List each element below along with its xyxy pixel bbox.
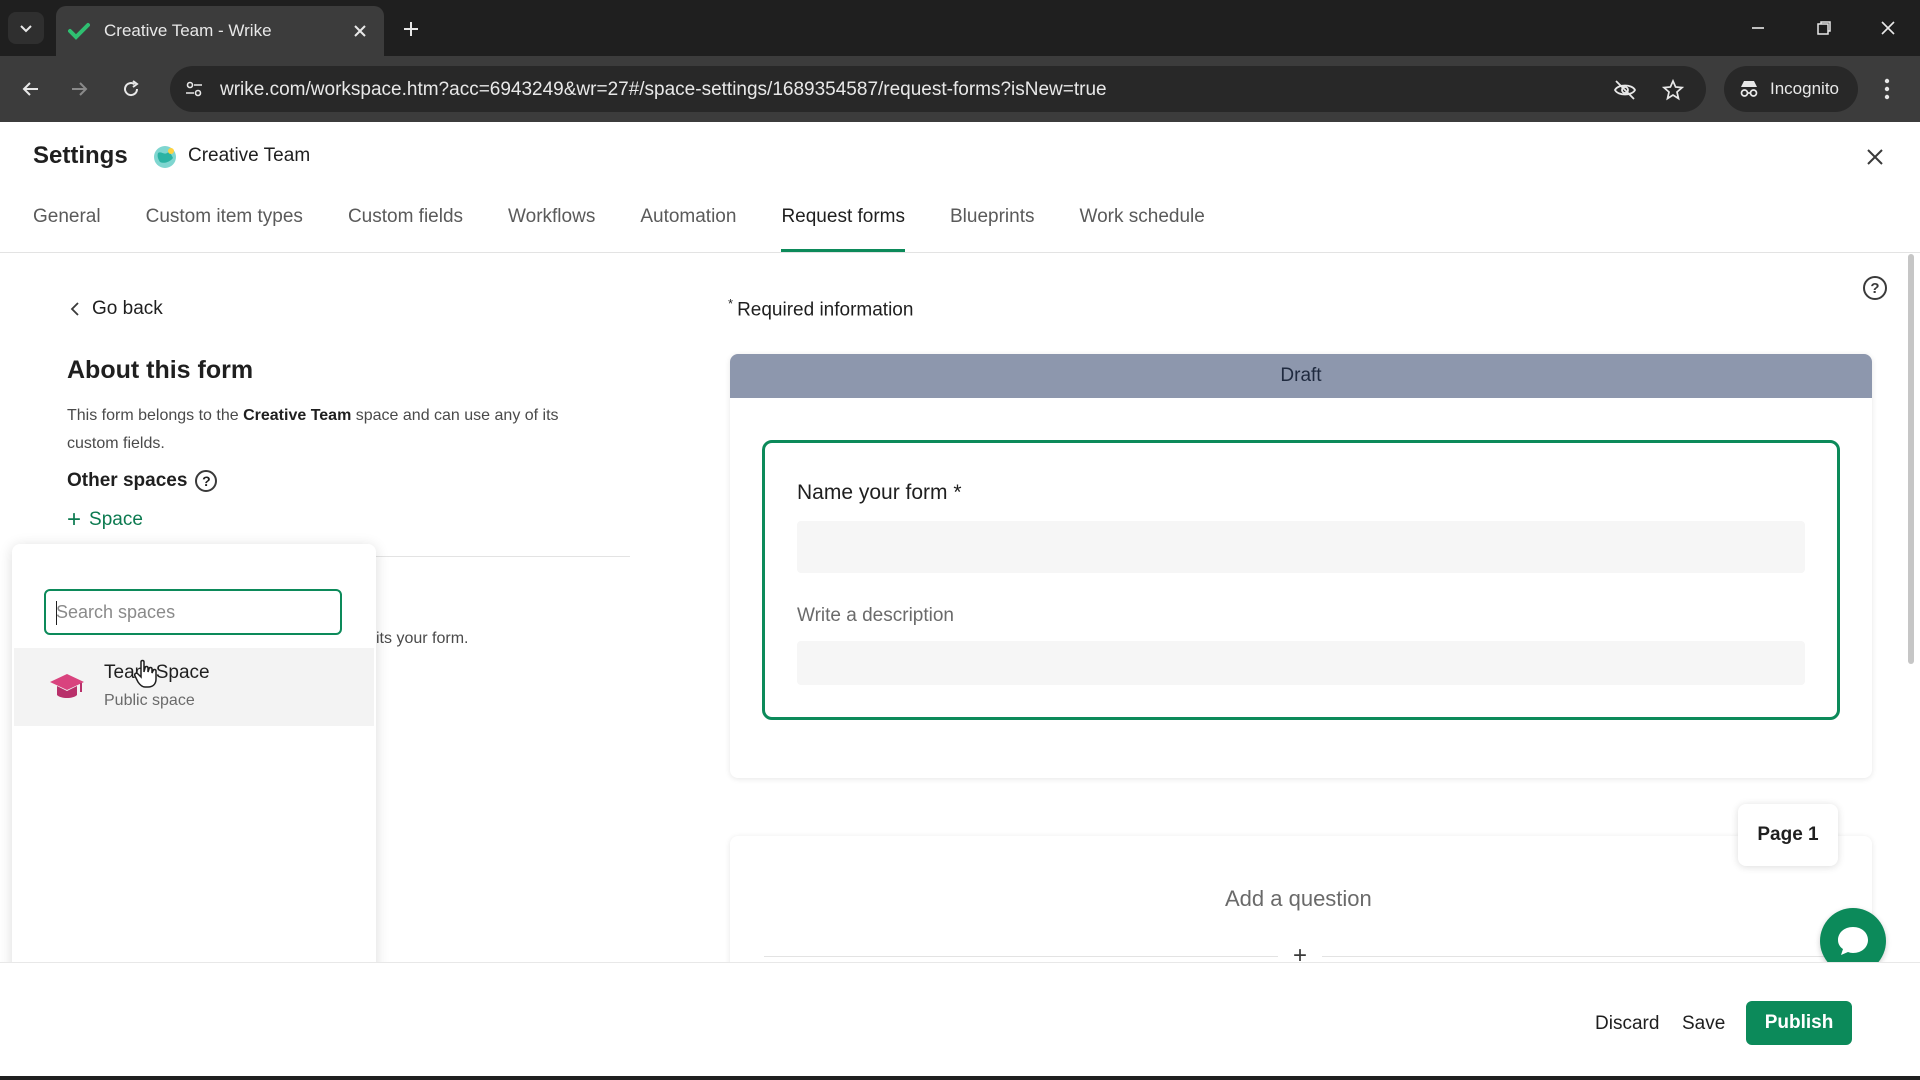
back-icon (22, 82, 38, 96)
browser-tab-bar: Creative Team - Wrike (0, 0, 1920, 56)
go-back-link[interactable]: Go back (70, 298, 163, 320)
kebab-icon (1884, 78, 1890, 100)
add-space-button[interactable]: + Space (67, 506, 143, 534)
tracking-protection-button[interactable] (1610, 75, 1640, 105)
tab-general[interactable]: General (33, 206, 101, 252)
space-picker-dropdown: Team Space Public space (12, 544, 376, 1020)
graduation-cap-icon (50, 674, 84, 698)
page-title: Settings (33, 142, 128, 169)
close-tab-button[interactable] (348, 19, 372, 43)
star-icon (1662, 79, 1684, 101)
form-header-card: Draft Name your form * Write a descripti… (730, 354, 1872, 778)
incognito-label: Incognito (1770, 79, 1839, 98)
form-name-section: Name your form * Write a description (762, 440, 1840, 720)
hand-cursor-icon (134, 659, 157, 688)
tab-custom-item-types[interactable]: Custom item types (146, 206, 303, 252)
url-text: wrike.com/workspace.htm?acc=6943249&wr=2… (220, 79, 1107, 100)
minimize-button[interactable] (1740, 12, 1776, 44)
browser-tab[interactable]: Creative Team - Wrike (56, 6, 384, 56)
add-space-label: Space (89, 509, 143, 530)
form-description-label: Write a description (797, 605, 954, 626)
obscured-text: its your form. (376, 630, 469, 647)
close-window-button[interactable] (1870, 12, 1906, 44)
desc-prefix: This form belongs to the (67, 407, 239, 424)
site-info-icon (186, 81, 202, 97)
eye-off-icon (1613, 80, 1637, 100)
save-button[interactable]: Save (1682, 1013, 1725, 1035)
other-spaces-label: Other spaces (67, 470, 188, 491)
new-tab-button[interactable] (396, 14, 426, 44)
settings-tabs: General Custom item types Custom fields … (33, 206, 1250, 252)
help-icon[interactable]: ? (1863, 276, 1887, 300)
reload-icon (124, 80, 139, 97)
page-scrollbar[interactable] (1908, 254, 1916, 794)
help-icon[interactable]: ? (195, 470, 218, 492)
window-bottom-edge (0, 1076, 1920, 1080)
chevron-left-icon (70, 302, 79, 316)
space-name: Creative Team (188, 145, 311, 166)
other-spaces-heading: Other spaces ? (67, 470, 218, 492)
page-badge[interactable]: Page 1 (1738, 804, 1838, 866)
tab-title: Creative Team - Wrike (104, 21, 272, 40)
incognito-icon (1740, 81, 1758, 97)
minimize-icon (1752, 27, 1764, 29)
chevron-down-icon (20, 25, 32, 33)
required-info-note: * Required information (728, 296, 913, 321)
tab-work-schedule[interactable]: Work schedule (1080, 206, 1205, 252)
add-question-label[interactable]: Add a question (1225, 886, 1372, 912)
restore-button[interactable] (1806, 12, 1842, 44)
go-back-label: Go back (92, 298, 163, 319)
close-icon (1881, 21, 1895, 35)
space-option-team-space[interactable]: Team Space Public space (14, 648, 374, 726)
incognito-indicator[interactable]: Incognito (1724, 66, 1858, 112)
form-description-input[interactable] (797, 641, 1805, 685)
tab-custom-fields[interactable]: Custom fields (348, 206, 463, 252)
about-form-title: About this form (67, 356, 254, 384)
form-name-label: Name your form * (797, 481, 962, 504)
tab-request-forms[interactable]: Request forms (781, 206, 905, 252)
section-divider (370, 556, 630, 557)
browser-toolbar: wrike.com/workspace.htm?acc=6943249&wr=2… (0, 56, 1920, 122)
tab-workflows[interactable]: Workflows (508, 206, 595, 252)
about-form-description: This form belongs to the Creative Team s… (67, 402, 587, 458)
reload-button[interactable] (114, 72, 148, 106)
forward-button[interactable] (62, 72, 96, 106)
forward-icon (72, 82, 88, 96)
plus-icon (404, 22, 418, 36)
site-info-button[interactable] (180, 75, 208, 103)
required-info-label: Required information (737, 299, 914, 321)
bookmark-button[interactable] (1658, 75, 1688, 105)
scrollbar-thumb[interactable] (1908, 254, 1914, 664)
publish-button[interactable]: Publish (1746, 1001, 1852, 1045)
required-asterisk: * (728, 296, 734, 311)
plus-icon: + (67, 506, 82, 533)
close-icon (1867, 149, 1883, 165)
close-settings-button[interactable] (1862, 144, 1888, 170)
text-caret (56, 601, 57, 625)
search-spaces-input[interactable] (46, 591, 340, 633)
search-spaces-field[interactable] (44, 589, 342, 635)
address-bar[interactable]: wrike.com/workspace.htm?acc=6943249&wr=2… (170, 66, 1706, 112)
tab-search-button[interactable] (8, 12, 44, 44)
tab-automation[interactable]: Automation (640, 206, 736, 252)
space-option-subtitle: Public space (104, 692, 195, 709)
tabs-divider (0, 252, 1920, 253)
tab-blueprints[interactable]: Blueprints (950, 206, 1035, 252)
restore-icon (1817, 21, 1831, 35)
close-icon (354, 25, 366, 37)
space-globe-icon (154, 146, 176, 168)
desc-space-name: Creative Team (243, 407, 352, 424)
form-name-input[interactable] (797, 521, 1805, 573)
back-button[interactable] (14, 72, 48, 106)
discard-button[interactable]: Discard (1595, 1013, 1659, 1035)
draft-status-bar: Draft (730, 354, 1872, 398)
wrike-check-icon (68, 23, 90, 40)
footer-bar: Discard Save Publish (0, 962, 1920, 1080)
browser-menu-button[interactable] (1872, 74, 1902, 104)
chat-icon (1838, 927, 1868, 955)
settings-page: Settings Creative Team General Custom it… (0, 122, 1920, 1080)
